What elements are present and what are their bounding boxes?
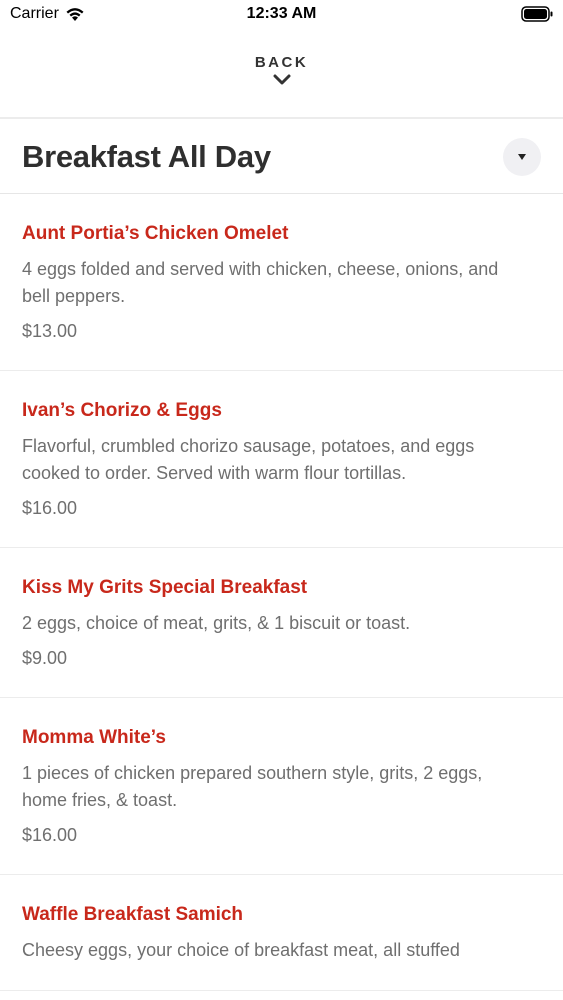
section-header: Breakfast All Day (0, 119, 563, 194)
menu-item-name: Kiss My Grits Special Breakfast (22, 577, 308, 598)
menu-item-name: Waffle Breakfast Samich (22, 904, 244, 925)
menu-item[interactable]: Ivan’s Chorizo & Eggs Flavorful, crumble… (0, 371, 563, 548)
menu-item-price: $13.00 (22, 321, 78, 341)
menu-item[interactable]: Waffle Breakfast Samich Cheesy eggs, you… (0, 875, 563, 991)
battery-icon (521, 6, 553, 22)
status-bar: Carrier 12:33 AM (0, 0, 563, 30)
back-label: BACK (254, 54, 309, 71)
menu-item-list: Aunt Portia’s Chicken Omelet 4 eggs fold… (0, 194, 563, 991)
menu-item-price: $9.00 (22, 648, 68, 668)
caret-down-icon (518, 154, 526, 160)
back-button[interactable]: BACK (0, 50, 563, 116)
menu-item-name: Momma White’s (22, 727, 166, 748)
menu-item-name: Aunt Portia’s Chicken Omelet (22, 223, 289, 244)
menu-item-description: Cheesy eggs, your choice of breakfast me… (22, 940, 460, 960)
chevron-down-icon (273, 74, 290, 85)
menu-item-price: $16.00 (22, 825, 78, 845)
menu-item-description: 2 eggs, choice of meat, grits, & 1 biscu… (22, 613, 411, 633)
menu-item-description: 1 pieces of chicken prepared southern st… (22, 763, 483, 810)
menu-item-description: Flavorful, crumbled chorizo sausage, pot… (22, 436, 475, 483)
menu-item-price: $16.00 (22, 498, 78, 518)
menu-item[interactable]: Momma White’s 1 pieces of chicken prepar… (0, 698, 563, 875)
menu-item-description: 4 eggs folded and served with chicken, c… (22, 259, 499, 306)
menu-item-name: Ivan’s Chorizo & Eggs (22, 400, 222, 421)
menu-item[interactable]: Kiss My Grits Special Breakfast 2 eggs, … (0, 548, 563, 698)
section-dropdown-button[interactable] (503, 138, 541, 176)
status-time: 12:33 AM (246, 5, 317, 22)
menu-item[interactable]: Aunt Portia’s Chicken Omelet 4 eggs fold… (0, 194, 563, 371)
section-title: Breakfast All Day (22, 139, 271, 174)
